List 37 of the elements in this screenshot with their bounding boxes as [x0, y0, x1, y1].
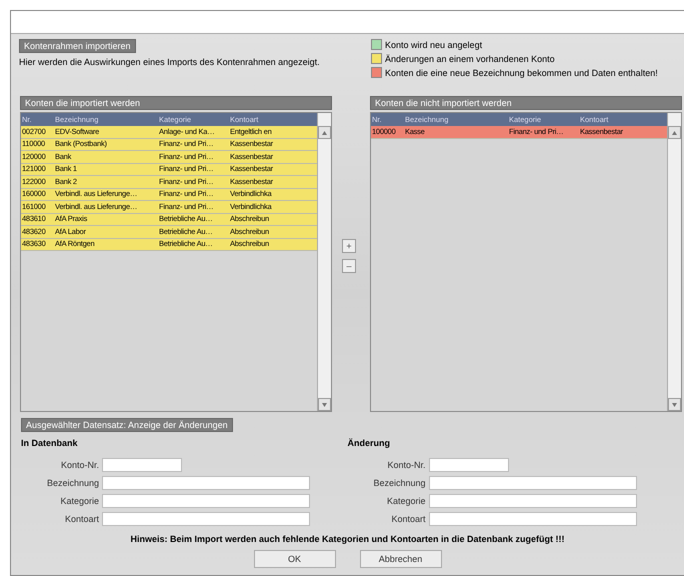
input-field[interactable] [102, 494, 310, 508]
scroll-down-icon[interactable] [672, 402, 677, 406]
panel-heading: Konten die importiert werden [20, 96, 332, 110]
legend-label: Änderungen an einem vorhandenen Konto [385, 54, 555, 64]
group-title: Änderung [348, 438, 391, 448]
section-heading: Ausgewählter Datensatz: Anzeige der Änderungen [21, 418, 233, 432]
input-field[interactable] [428, 476, 636, 490]
scroll-up-icon[interactable] [672, 130, 677, 134]
scroll-down-icon[interactable] [322, 402, 327, 406]
field-label: Konto-Nr. [60, 460, 99, 470]
hint-text: Hinweis: Beim Import werden auch fehlende Kategorien und Kontoarten in die Datenbank zugefügt !!! [129, 534, 566, 544]
ok-button[interactable]: OK [254, 550, 336, 568]
field-label: Kontoart [64, 514, 99, 524]
field-label: Konto-Nr. [386, 460, 426, 470]
input-field[interactable] [428, 458, 508, 472]
add-button[interactable]: + [342, 239, 356, 253]
legend-label: Konten die eine neue Bezeichnung bekommen und Daten enthalten! [385, 68, 658, 78]
scrollbar[interactable] [317, 113, 331, 411]
group-title: In Datenbank [21, 438, 79, 448]
input-field[interactable] [102, 512, 310, 526]
section-heading: Kontenrahmen importieren [19, 39, 136, 53]
description-text: Hier werden die Auswirkungen eines Imports des Kontenrahmen angezeigt. [19, 57, 320, 67]
input-field[interactable] [428, 494, 636, 508]
input-field[interactable] [428, 512, 636, 526]
scrollbar[interactable] [667, 113, 681, 411]
cancel-button[interactable]: Abbrechen [360, 550, 442, 568]
panel-heading: Konten die nicht importiert werden [370, 96, 682, 110]
scroll-up-icon[interactable] [322, 130, 327, 134]
input-field[interactable] [102, 476, 310, 490]
legend-label: Konto wird neu angelegt [385, 40, 482, 50]
remove-button[interactable]: – [342, 259, 356, 273]
field-label: Kategorie [59, 496, 99, 506]
field-label: Kategorie [386, 496, 426, 506]
input-field[interactable] [102, 458, 182, 472]
field-label: Bezeichnung [46, 478, 99, 488]
field-label: Kontoart [390, 514, 426, 524]
field-label: Bezeichnung [372, 478, 426, 488]
